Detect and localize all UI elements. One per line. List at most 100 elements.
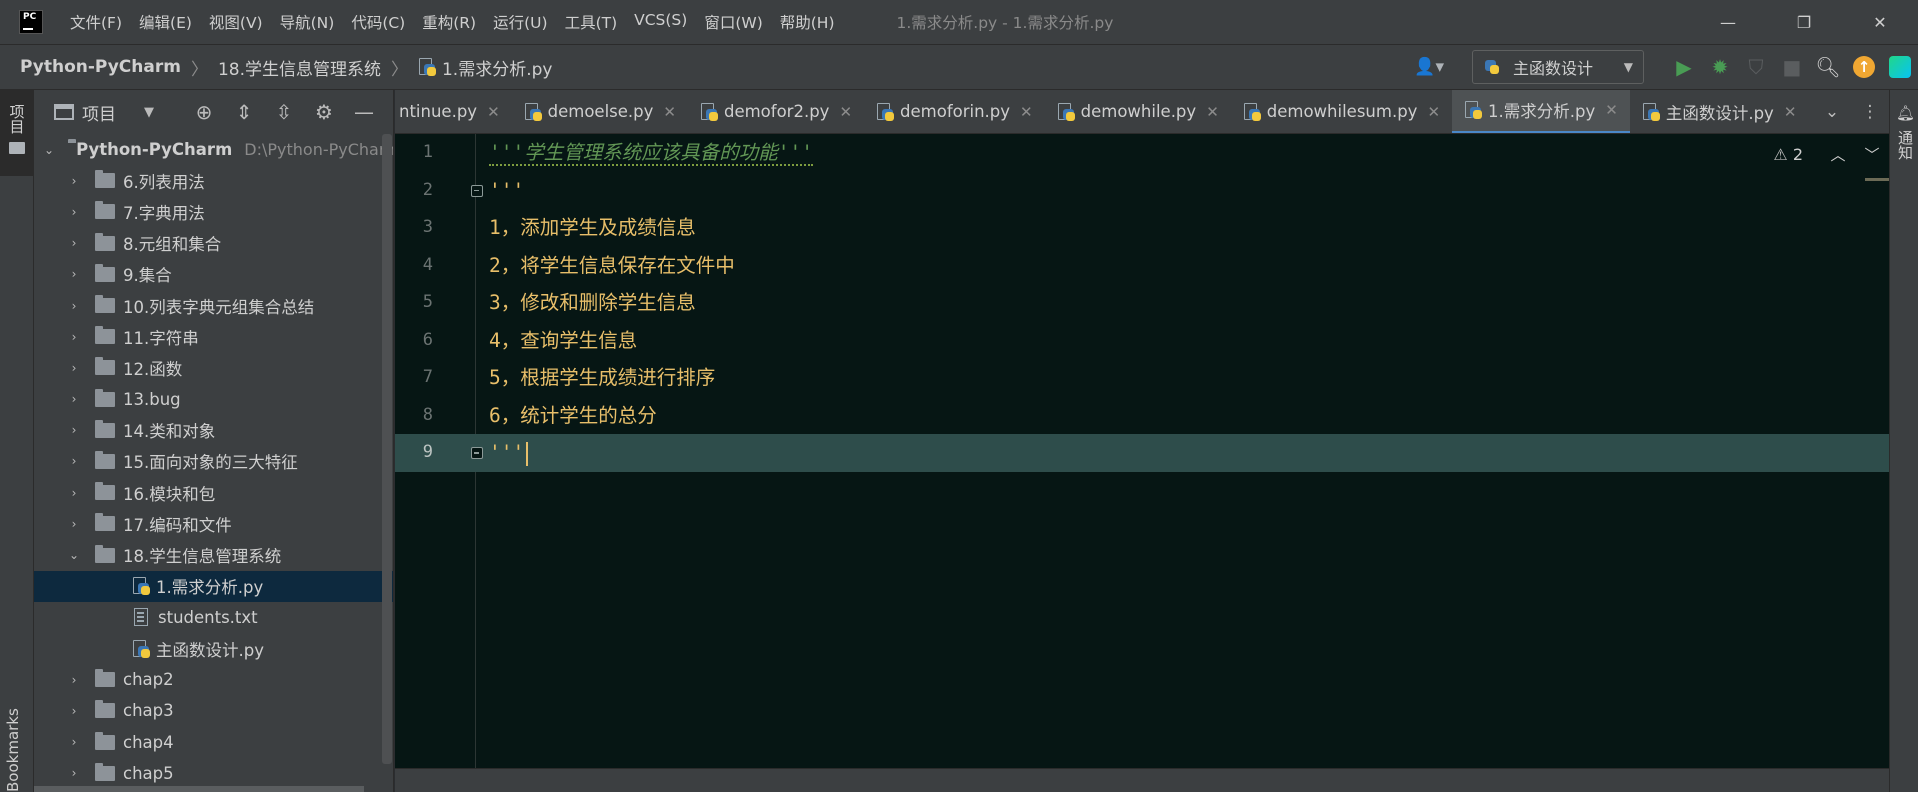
code-line[interactable]: 7 5，根据学生成绩进行排序 [395,359,1889,397]
chevron-right-icon[interactable]: › [67,299,81,313]
chevron-right-icon[interactable]: › [67,205,81,219]
menu-navigate[interactable]: 导航(N) [280,11,335,33]
menu-file[interactable]: 文件(F) [70,11,122,33]
menu-refactor[interactable]: 重构(R) [422,11,476,33]
fold-marker-icon[interactable] [471,447,483,459]
close-window-button[interactable]: ✕ [1842,0,1918,44]
locate-icon[interactable]: ⊕ [184,100,224,124]
chevron-down-icon[interactable]: ▼ [144,105,154,120]
tree-item-folder[interactable]: › 7.字典用法 [34,196,393,227]
code-line[interactable]: 5 3，修改和删除学生信息 [395,284,1889,322]
fold-marker-icon[interactable] [471,184,483,197]
menu-tools[interactable]: 工具(T) [565,11,618,33]
tree-item-folder[interactable]: › 9.集合 [34,259,393,290]
tab-demoelse[interactable]: demoelse.py ✕ [512,90,688,133]
chevron-right-icon[interactable]: › [67,517,81,531]
tab-demofor2[interactable]: demofor2.py ✕ [688,90,864,133]
chevron-right-icon[interactable]: › [67,454,81,468]
close-icon[interactable]: ✕ [663,103,676,121]
tree-item-folder[interactable]: › 11.字符串 [34,321,393,352]
tree-item-folder[interactable]: › chap2 [34,664,393,695]
menu-code[interactable]: 代码(C) [351,11,405,33]
chevron-right-icon[interactable]: › [67,423,81,437]
breadcrumb-folder[interactable]: 18.学生信息管理系统 [218,55,381,80]
tree-item-folder[interactable]: › 17.编码和文件 [34,508,393,539]
gear-icon[interactable]: ⚙ [304,100,344,124]
close-icon[interactable]: ✕ [1206,103,1219,121]
stop-icon[interactable]: ■ [1774,49,1810,85]
breadcrumb-file[interactable]: 1.需求分析.py [418,55,552,80]
tree-item-folder[interactable]: › 15.面向对象的三大特征 [34,446,393,477]
menu-edit[interactable]: 编辑(E) [139,11,192,33]
tree-item-folder[interactable]: › chap3 [34,695,393,726]
collapse-all-icon[interactable]: ⇳ [264,100,304,124]
tree-horizontal-scrollbar[interactable] [34,786,364,792]
chevron-right-icon[interactable]: › [67,267,81,281]
tree-item-folder[interactable]: › 13.bug [34,384,393,415]
search-icon[interactable]: 🔍︎ [1810,49,1846,85]
chevron-right-icon[interactable]: › [67,735,81,749]
tree-item-folder[interactable]: › 16.模块和包 [34,477,393,508]
tree-item-folder[interactable]: › 6.列表用法 [34,165,393,196]
chevron-right-icon[interactable]: › [67,673,81,687]
hide-panel-icon[interactable]: — [344,100,384,124]
tree-item-folder[interactable]: › 12.函数 [34,352,393,383]
tree-item-file[interactable]: 主函数设计.py [34,633,393,664]
tree-item-folder[interactable]: › 14.类和对象 [34,415,393,446]
expand-all-icon[interactable]: ⇕ [224,100,264,124]
tree-item-folder[interactable]: › chap4 [34,727,393,758]
tree-item-folder[interactable]: › 8.元组和集合 [34,228,393,259]
run-config-selector[interactable]: 主函数设计 ▼ [1472,50,1644,84]
chevron-right-icon[interactable]: › [67,704,81,718]
chevron-right-icon[interactable]: › [67,361,81,375]
tab-requirements-analysis-active[interactable]: 1.需求分析.py ✕ [1452,90,1630,133]
error-stripe-mark[interactable] [1865,178,1889,181]
pycharm-logo-icon[interactable]: PC [18,9,46,37]
chevron-right-icon[interactable]: › [67,766,81,780]
chevron-right-icon[interactable]: › [67,486,81,500]
next-highlight-icon[interactable]: ﹀ [1855,144,1889,165]
tree-item-folder[interactable]: › chap5 [34,758,393,789]
menu-window[interactable]: 窗口(W) [704,11,762,33]
code-line-current[interactable]: 9 ''' [395,434,1889,472]
project-panel-title[interactable]: 项目 [82,100,116,125]
debug-icon[interactable]: ✹ [1702,49,1738,85]
code-line[interactable]: 1 '''学生管理系统应该具备的功能''' [395,134,1889,172]
run-icon[interactable]: ▶ [1666,49,1702,85]
tab-demowhilesum[interactable]: demowhilesum.py ✕ [1231,90,1452,133]
close-icon[interactable]: ✕ [1784,103,1797,121]
project-tool-button[interactable]: 项目 [0,90,34,176]
tab-demoforin[interactable]: demoforin.py ✕ [864,90,1045,133]
bell-icon[interactable]: 🔔︎ [1896,104,1915,122]
tree-item-folder[interactable]: › 10.列表字典元组集合总结 [34,290,393,321]
chevron-right-icon[interactable]: › [67,236,81,250]
code-editor[interactable]: 1 '''学生管理系统应该具备的功能''' 2 ''' 3 1，添加学生及成绩信… [395,134,1889,768]
tab-main-function-design[interactable]: 主函数设计.py ✕ [1630,90,1809,133]
more-options-icon[interactable]: ⋮ [1851,102,1889,122]
jetbrains-icon[interactable] [1882,49,1918,85]
tab-ntinue[interactable]: ntinue.py ✕ [395,90,512,133]
chevron-right-icon[interactable]: › [67,330,81,344]
notifications-tool-button[interactable]: 通知 [1895,130,1916,160]
tree-item-file[interactable]: students.txt [34,602,393,633]
close-icon[interactable]: ✕ [1020,103,1033,121]
breadcrumb-project[interactable]: Python-PyCharm [20,57,181,77]
menu-vcs[interactable]: VCS(S) [634,11,687,33]
user-icon[interactable]: 👤▾ [1414,57,1444,77]
tree-item-file-selected[interactable]: 1.需求分析.py [34,570,393,602]
update-icon[interactable]: ↑ [1846,49,1882,85]
chevron-right-icon[interactable]: › [67,392,81,406]
bookmarks-tool-button[interactable]: Bookmarks [4,708,22,792]
tree-scrollbar[interactable] [382,134,392,764]
tab-list-chevron-icon[interactable]: ⌄ [1813,102,1851,122]
menu-view[interactable]: 视图(V) [209,11,263,33]
tree-item-folder-expanded[interactable]: ⌄ 18.学生信息管理系统 [34,539,393,570]
close-icon[interactable]: ✕ [1605,101,1618,119]
code-line[interactable]: 2 ''' [395,172,1889,210]
code-line[interactable]: 3 1，添加学生及成绩信息 [395,209,1889,247]
close-icon[interactable]: ✕ [839,103,852,121]
menu-run[interactable]: 运行(U) [493,11,547,33]
close-icon[interactable]: ✕ [487,103,500,121]
code-line[interactable]: 6 4，查询学生信息 [395,322,1889,360]
previous-highlight-icon[interactable]: ︿ [1821,144,1855,165]
